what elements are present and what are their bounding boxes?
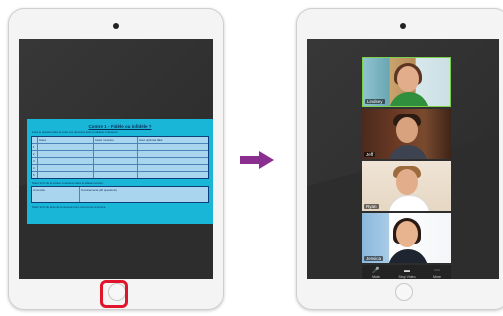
document-note: Notez la fin de la phrase ci-dessous dan… (32, 182, 104, 185)
more-button[interactable]: ⋯ More (426, 267, 448, 279)
table-row: 3 (32, 158, 208, 165)
more-icon: ⋯ (434, 268, 440, 274)
video-camera-icon: ▬ (404, 268, 410, 274)
video-tile[interactable]: Lindsey (362, 57, 451, 107)
participant-name: Jessica (364, 256, 384, 261)
document-footer: Notez la fin du texte de la réponse pour… (32, 206, 107, 209)
document-table: Actes Avant / Aucune Avec optimisé fâké … (31, 136, 209, 179)
stop-video-label: Stop Video (398, 275, 416, 279)
table-row: 2 (32, 151, 208, 158)
microphone-icon: 🎤 (372, 268, 380, 274)
section-right-label: Tecnicamente (20 questions) (81, 188, 117, 192)
document-subtitle: Lisez le questionnaire et notez vos répo… (32, 131, 119, 134)
arrow-right-icon (240, 151, 274, 169)
stop-video-button[interactable]: ▬ Stop Video (396, 267, 418, 279)
table-header-cell: Actes (38, 137, 94, 143)
mute-button[interactable]: 🎤 Mute (365, 267, 387, 279)
video-tile[interactable]: Jeff (362, 109, 451, 159)
table-row: 5 (32, 172, 208, 178)
table-header-row: Actes Avant / Aucune Avec optimisé fâké (32, 137, 208, 144)
participant-name: Lindsey (365, 99, 385, 104)
tablet-left: Contre 1 - Fidèle ou infidèle ? Lisez le… (8, 8, 224, 310)
front-camera (113, 23, 119, 29)
front-camera (400, 23, 406, 29)
more-label: More (433, 275, 441, 279)
participant-name: Jeff (364, 152, 376, 157)
tablet-screen-left: Contre 1 - Fidèle ou infidèle ? Lisez le… (19, 39, 213, 279)
video-tile[interactable]: Ryan (362, 161, 451, 211)
table-row: 1 (32, 144, 208, 151)
table-row: 4 (32, 165, 208, 172)
document-title: Contre 1 - Fidèle ou infidèle ? (88, 124, 152, 129)
home-button[interactable] (395, 283, 413, 301)
table-header-cell: Avec optimisé fâké (139, 138, 163, 142)
mute-label: Mute (372, 275, 380, 279)
tablet-right: Lindsey Jeff Ryan Jessica 🎤 Mute ▬ Stop … (296, 8, 503, 310)
table-header-cell: Avant / Aucune (94, 137, 138, 143)
shared-document: Contre 1 - Fidèle ou infidèle ? Lisez le… (27, 119, 213, 224)
video-tile[interactable]: Jessica (362, 213, 451, 263)
tablet-screen-right: Lindsey Jeff Ryan Jessica 🎤 Mute ▬ Stop … (307, 39, 499, 279)
section-left-label: Limoncito (32, 187, 80, 202)
document-section-table: Limoncito Tecnicamente (20 questions) (31, 186, 209, 203)
participant-name: Ryan (364, 204, 379, 209)
home-button-highlight (100, 280, 128, 308)
meeting-controls-bar: 🎤 Mute ▬ Stop Video ⋯ More (362, 265, 451, 279)
